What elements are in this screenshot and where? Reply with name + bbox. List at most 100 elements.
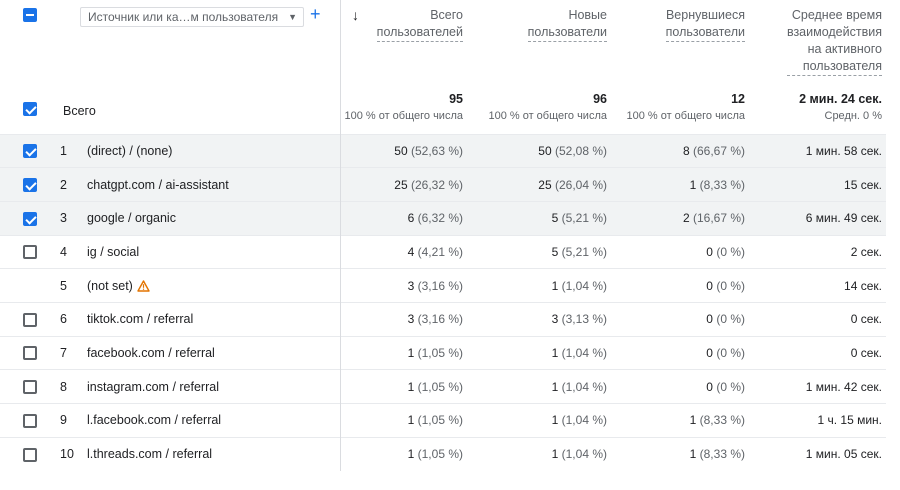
row-dimension-value: tiktok.com / referral [87, 312, 194, 327]
col-title-line: Всего [430, 8, 463, 22]
cell-percent: (1,04 %) [561, 278, 607, 293]
add-dimension-button[interactable]: + [310, 4, 321, 24]
cell-value: 6 мин. 49 сек. [805, 211, 882, 226]
row-dimension-cell: facebook.com / referral [84, 336, 340, 370]
cell-value: 25 [394, 177, 408, 192]
cell-avg-engagement: 14 сек. [749, 269, 886, 303]
row-checkbox[interactable] [23, 447, 37, 462]
cell-total-users: 1 (1,05 %) [339, 369, 473, 404]
row-dimension-value: (not set) [87, 278, 133, 293]
total-sub: 100 % от общего числа [488, 110, 607, 122]
table-row[interactable]: 2 chatgpt.com / ai-assistant 25 (26,32 %) 2… [0, 167, 886, 202]
col-header-new-users[interactable]: Новые пользователи [473, 0, 611, 91]
total-value: 12 [731, 92, 745, 106]
col-header-total-users[interactable]: Всего пользователей [339, 0, 473, 91]
row-checkbox[interactable] [23, 144, 37, 159]
table-row[interactable]: 9 l.facebook.com / referral 1 (1,05 %) 1 (1… [0, 403, 886, 438]
cell-new-users: 1 (1,04 %) [473, 404, 611, 438]
cell-value: 0 [706, 379, 713, 394]
warning-icon[interactable] [137, 279, 150, 292]
cell-returning-users: 0 (0 %) [611, 336, 749, 370]
row-number: 3 [60, 211, 67, 226]
col-title-total-users[interactable]: Всего пользователей [376, 7, 463, 42]
select-all-checkbox[interactable] [23, 8, 37, 22]
cell-percent: (8,33 %) [699, 177, 745, 192]
cell-percent: (52,63 %) [410, 143, 463, 158]
col-title-line: на активного [807, 42, 882, 56]
row-checkbox[interactable] [23, 211, 37, 226]
cell-returning-users: 0 (0 %) [611, 302, 749, 336]
table-row[interactable]: 10 l.threads.com / referral 1 (1,05 %) 1 (1… [0, 437, 886, 471]
row-number: 8 [60, 379, 67, 394]
col-header-avg-engagement[interactable]: Среднее время взаимодействия на активного п… [749, 0, 886, 91]
cell-avg-engagement: 2 сек. [749, 235, 886, 269]
table-row[interactable]: 5 (not set) 3 (3,16 %) 1 (1,04 %) 0 (0 %) 14 … [0, 268, 886, 303]
row-checkbox[interactable] [23, 177, 37, 192]
row-checkbox[interactable] [23, 245, 37, 260]
row-dimension-value: (direct) / (none) [87, 143, 173, 158]
cell-new-users: 3 (3,13 %) [473, 302, 611, 336]
row-select-cell [0, 437, 60, 471]
col-header-returning-users[interactable]: Вернувшиеся пользователи [611, 0, 749, 91]
row-checkbox[interactable] [23, 380, 37, 394]
col-title-line: пользователи [665, 25, 745, 39]
row-checkbox[interactable] [23, 312, 37, 327]
col-title-returning-users[interactable]: Вернувшиеся пользователи [665, 7, 745, 42]
total-sub: 100 % от общего числа [344, 110, 463, 122]
row-dimension-cell: chatgpt.com / ai-assistant [84, 168, 340, 202]
row-select-cell [0, 370, 60, 404]
cell-total-users: 1 (1,05 %) [339, 336, 473, 370]
cell-new-users: 1 (1,04 %) [473, 437, 611, 471]
row-number: 2 [60, 177, 67, 192]
table-row[interactable]: 8 instagram.com / referral 1 (1,05 %) 1 (1,… [0, 369, 886, 404]
cell-new-users: 1 (1,04 %) [473, 269, 611, 303]
cell-value: 3 [407, 278, 415, 293]
cell-value: 0 сек. [850, 345, 882, 360]
total-cell-new-users: 96 100 % от общего числа [473, 91, 611, 134]
cell-value: 1 [551, 447, 559, 462]
cell-avg-engagement: 0 сек. [749, 302, 886, 336]
cell-avg-engagement: 0 сек. [749, 336, 886, 370]
row-select-cell [0, 269, 60, 303]
table-body: 1 (direct) / (none) 50 (52,63 %) 50 (52,08 … [0, 134, 886, 471]
cell-returning-users: 1 (8,33 %) [611, 404, 749, 438]
cell-new-users: 5 (5,21 %) [473, 235, 611, 269]
row-checkbox[interactable] [23, 346, 37, 361]
col-title-line: Новые [568, 8, 607, 22]
row-dimension-cell: tiktok.com / referral [84, 302, 340, 336]
cell-value: 2 [682, 211, 690, 226]
table-row[interactable]: 7 facebook.com / referral 1 (1,05 %) 1 (1,0… [0, 336, 886, 370]
table-row[interactable]: 1 (direct) / (none) 50 (52,63 %) 50 (52,08 … [0, 134, 886, 168]
cell-percent: (66,67 %) [692, 143, 745, 158]
table-row[interactable]: 3 google / organic 6 (6,32 %) 5 (5,21 %) 2 (… [0, 201, 886, 236]
row-number: 9 [60, 413, 67, 428]
row-number: 10 [60, 447, 74, 462]
cell-percent: (1,05 %) [417, 379, 463, 394]
col-title-avg-engagement[interactable]: Среднее время взаимодействия на активного п… [786, 7, 882, 76]
table-row[interactable]: 6 tiktok.com / referral 3 (3,16 %) 3 (3,13 … [0, 302, 886, 337]
col-title-new-users[interactable]: Новые пользователи [527, 7, 607, 42]
row-select-cell [0, 302, 60, 336]
cell-percent: (26,04 %) [554, 177, 607, 192]
total-cell-total-users: 95 100 % от общего числа [339, 91, 473, 134]
sort-descending-icon[interactable]: ↓ [352, 7, 359, 23]
dimension-dropdown-label: Источник или ка…м пользователя [88, 10, 279, 24]
cell-percent: (26,32 %) [410, 177, 463, 192]
dimension-dropdown[interactable]: Источник или ка…м пользователя ▼ [80, 7, 304, 27]
total-sub: Средн. 0 % [824, 110, 883, 122]
row-dimension-value: google / organic [87, 211, 176, 226]
cell-percent: (5,21 %) [561, 211, 607, 226]
cell-avg-engagement: 6 мин. 49 сек. [749, 201, 886, 236]
cell-value: 5 [551, 244, 559, 259]
total-value: 96 [593, 92, 607, 106]
table-row[interactable]: 4 ig / social 4 (4,21 %) 5 (5,21 %) 0 (0 %) 2… [0, 235, 886, 269]
cell-value: 1 мин. 42 сек. [805, 379, 882, 394]
cell-total-users: 3 (3,16 %) [339, 302, 473, 337]
cell-value: 6 [407, 211, 415, 226]
report-table: Всего пользователей Новые пользователи Вер… [0, 0, 886, 471]
row-checkbox[interactable] [23, 413, 37, 428]
cell-avg-engagement: 1 мин. 58 сек. [749, 134, 886, 168]
cell-percent: (0 %) [716, 278, 745, 293]
total-checkbox[interactable] [23, 102, 37, 116]
row-select-cell [0, 235, 60, 269]
